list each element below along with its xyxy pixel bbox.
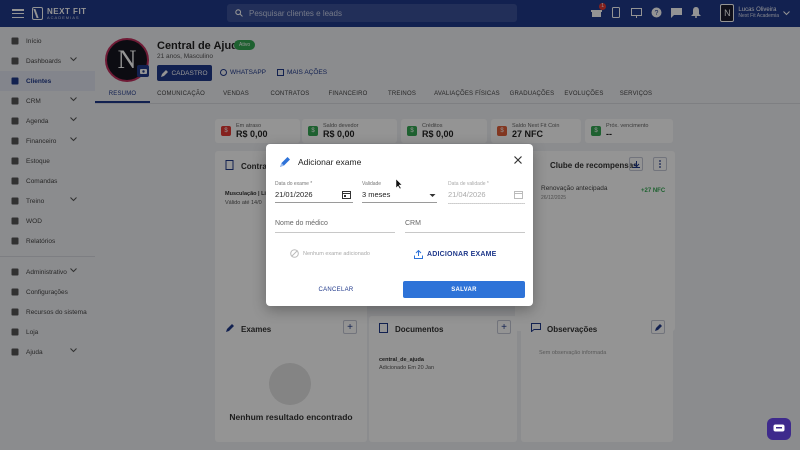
chat-widget-button[interactable] [767,418,791,440]
validity-label: Validade [362,181,382,187]
no-exam-message: Nenhum exame adicionado [290,249,370,258]
pen-icon [280,157,290,167]
valid-until-label: Data de validade * [448,181,489,187]
close-button[interactable] [513,155,523,165]
chat-bubble-icon [773,424,785,432]
dialog-title: Adicionar exame [298,157,362,167]
save-button[interactable]: SALVAR [403,281,525,298]
validity-select[interactable]: 3 meses [362,190,390,199]
exam-date-field[interactable]: 21/01/2026 [275,190,313,199]
crm-input[interactable]: CRM [405,220,421,227]
calendar-icon[interactable] [342,190,351,199]
doctor-name-input[interactable]: Nome do médico [275,220,328,227]
cancel-button[interactable]: CANCELAR [286,281,386,298]
valid-until-field: 21/04/2026 [448,190,486,199]
chevron-down-icon[interactable] [428,191,437,200]
add-exam-dialog: Adicionar exame Data do exame * 21/01/20… [266,144,533,306]
upload-icon [414,250,423,259]
close-icon [514,156,522,164]
exam-date-label: Data do exame * [275,181,313,187]
calendar-icon [514,191,523,199]
no-attachment-icon [290,249,299,258]
add-exam-button[interactable]: ADICIONAR EXAME [414,250,497,259]
